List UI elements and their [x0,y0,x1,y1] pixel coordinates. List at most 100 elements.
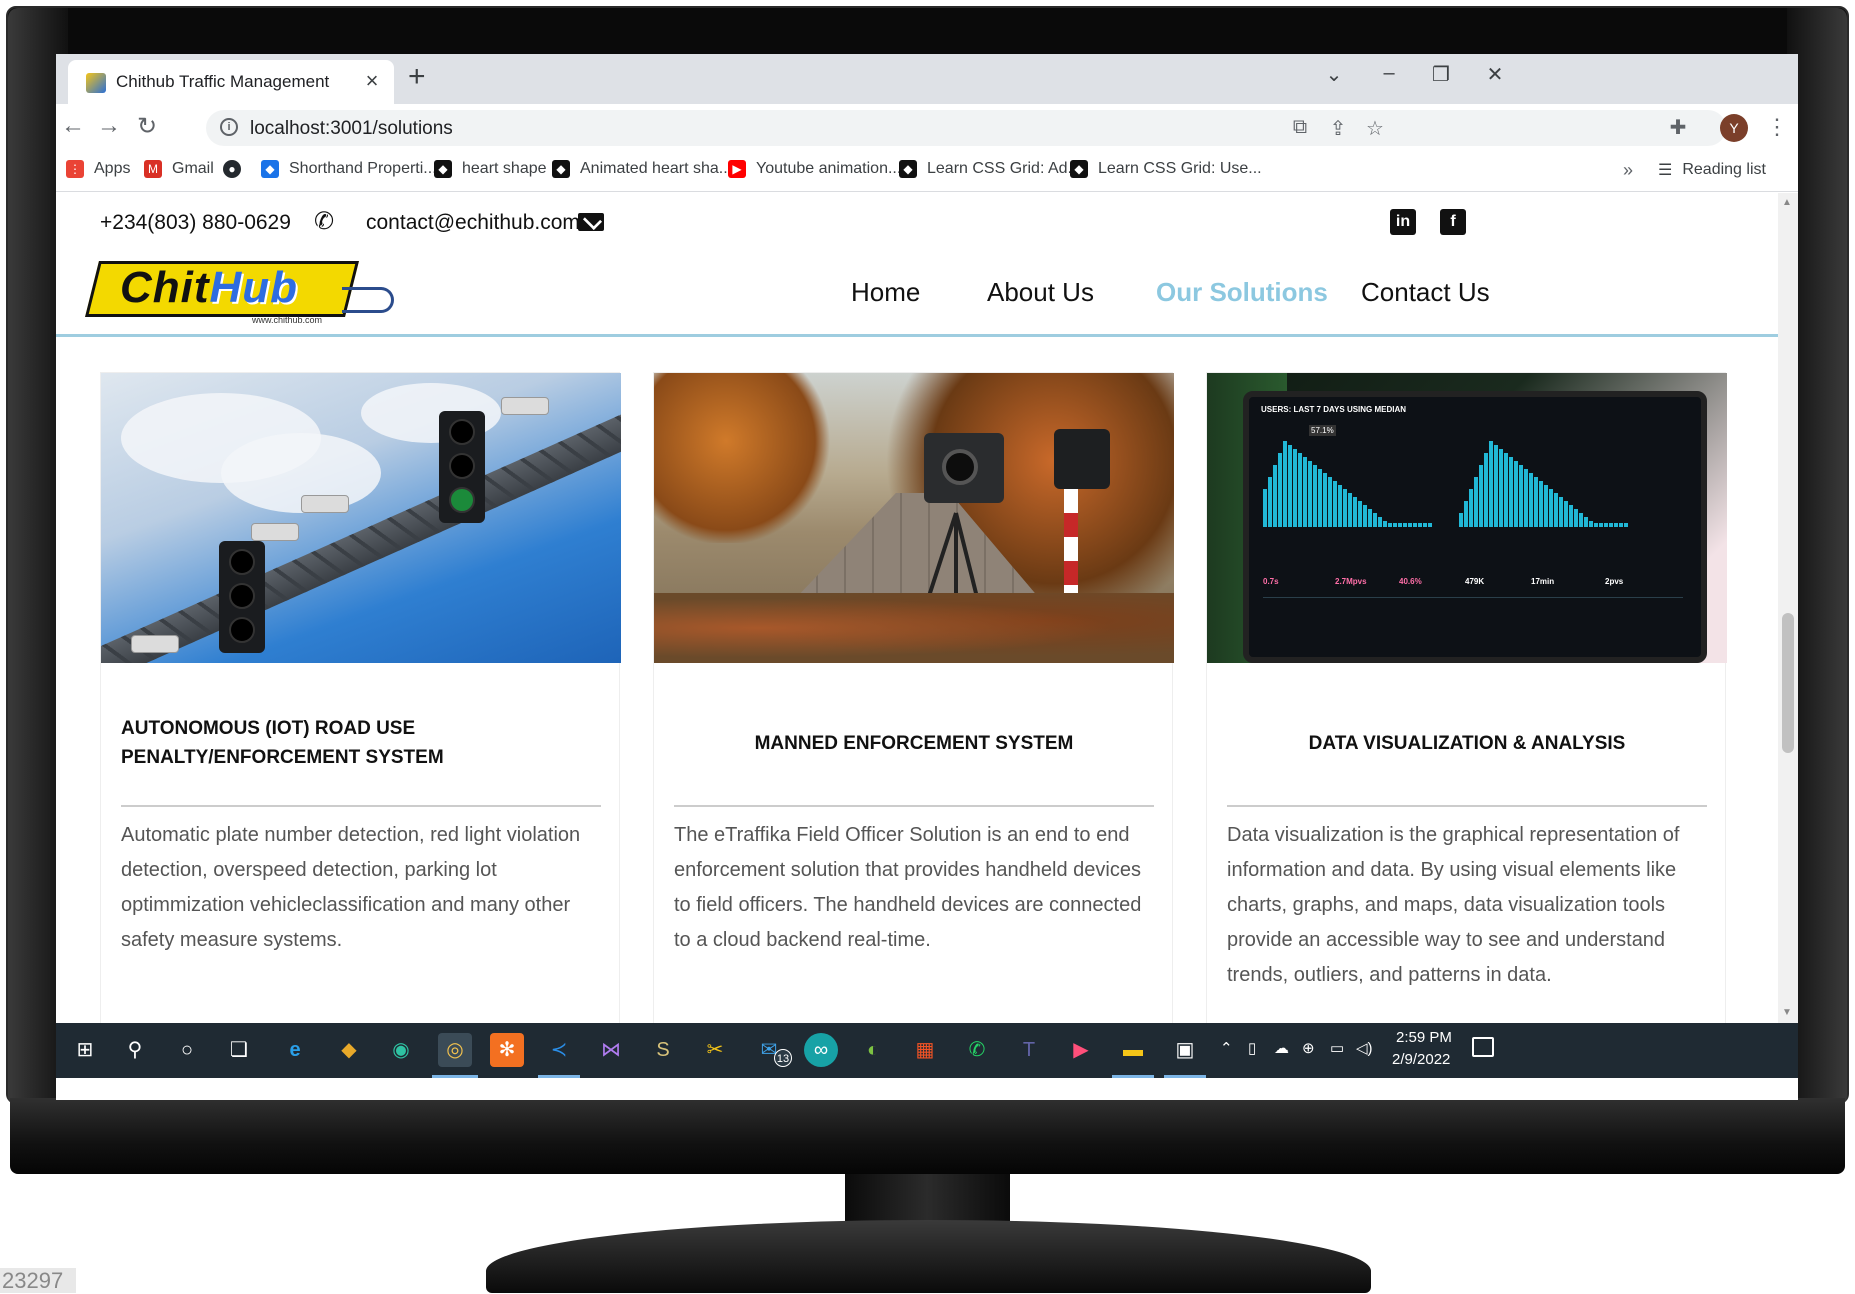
network-icon[interactable]: ⊕ [1302,1039,1315,1057]
histogram-bar [1549,489,1553,527]
minimize-icon[interactable]: – [1374,62,1404,85]
card-divider [674,805,1154,807]
vscode-icon[interactable]: ≺ [542,1033,576,1067]
close-window-icon[interactable]: ✕ [1480,62,1510,87]
tools-icon[interactable]: ✂ [698,1033,732,1067]
media-player-icon[interactable]: ▶ [1064,1033,1098,1067]
chithub-logo[interactable]: ChitHub www.chithub.com [85,247,394,329]
ms-store-icon[interactable]: ▦ [908,1033,942,1067]
url-text[interactable]: localhost:3001/solutions [250,118,453,140]
nav-our-solutions[interactable]: Our Solutions [1156,277,1328,308]
chrome-icon[interactable]: ◎ [438,1033,472,1067]
bookmark-apps[interactable]: ⋮ Apps [66,160,130,178]
volume-icon[interactable]: ◁) [1356,1039,1373,1057]
device-icon[interactable]: ▯ [1248,1039,1256,1057]
windows-start-icon[interactable]: ⊞ [68,1033,102,1067]
solution-card-data-viz[interactable]: USERS: LAST 7 DAYS USING MEDIAN 57.1% 0.… [1206,372,1727,1023]
battery-icon[interactable]: ▭ [1330,1039,1344,1057]
histogram-bar [1529,473,1533,527]
more-bookmarks-icon[interactable]: » [1623,160,1633,181]
nav-contact-us[interactable]: Contact Us [1361,277,1490,308]
arduino-icon[interactable]: ∞ [804,1033,838,1067]
scrollbar-thumb[interactable] [1782,613,1794,753]
address-bar[interactable]: i localhost:3001/solutions ⧉ ⇪ ☆ [206,110,1726,146]
histogram-bar [1263,489,1267,527]
bookmark-gmail[interactable]: M Gmail [144,160,214,178]
extensions-icon[interactable]: ✚ [1664,115,1692,140]
open-in-app-icon[interactable]: ⧉ [1286,116,1314,139]
profile-avatar[interactable]: Y [1720,114,1748,142]
page-scrollbar[interactable]: ▲ ▼ [1778,193,1798,1023]
bookmark-heart-shape[interactable]: ◆ heart shape [434,160,547,178]
browser-tab[interactable]: Chithub Traffic Management × [68,60,394,104]
histogram-bar [1574,509,1578,527]
lamp [449,487,475,513]
histogram-bar [1338,485,1342,527]
bookmark-star-icon[interactable]: ☆ [1361,116,1389,141]
task-view-icon[interactable]: ❏ [222,1033,256,1067]
forward-icon[interactable]: → [94,112,124,140]
bookmark-css-grid-use[interactable]: ◆ Learn CSS Grid: Use... [1070,160,1262,178]
phone-number[interactable]: +234(803) 880-0629 [100,211,291,235]
clock-date[interactable]: 2/9/2022 [1392,1051,1450,1068]
tray-chevron-icon[interactable]: ⌃ [1220,1039,1233,1057]
browser-menu-icon[interactable]: ⋮ [1766,114,1788,140]
histogram-bar [1278,453,1282,527]
restore-icon[interactable]: ❐ [1426,62,1456,87]
search-icon[interactable]: ⚲ [118,1033,152,1067]
traffic-light [439,411,485,523]
facebook-icon[interactable]: f [1440,209,1466,235]
solution-card-iot[interactable]: AUTONOMOUS (IOT) ROAD USE PENALTY/ENFORC… [100,372,621,1023]
bookmark-github[interactable]: ● [223,160,251,178]
scroll-down-icon[interactable]: ▼ [1782,1007,1792,1018]
scroll-up-icon[interactable]: ▲ [1782,197,1792,208]
bookmark-animated-heart[interactable]: ◆ Animated heart sha... [552,160,732,178]
teams-icon[interactable]: T [1012,1033,1046,1067]
reload-icon[interactable]: ↻ [132,112,162,141]
linkedin-icon[interactable]: in [1390,209,1416,235]
sublime-icon[interactable]: S [646,1033,680,1067]
onedrive-icon[interactable]: ☁ [1274,1039,1289,1057]
bookmark-css-grid-ad[interactable]: ◆ Learn CSS Grid: Ad... [899,160,1081,178]
bookmarks-bar: ⋮ Apps M Gmail ● ◆ Shorthand Properti... ◆ h… [56,152,1798,192]
page-viewport: +234(803) 880-0629 ✆ contact@echithub.co… [56,193,1798,1023]
histogram-bar [1403,523,1407,527]
laptop-screen: USERS: LAST 7 DAYS USING MEDIAN 57.1% 0.… [1243,391,1707,663]
card-divider [121,805,601,807]
new-tab-icon[interactable]: + [408,60,426,94]
clock-time[interactable]: 2:59 PM [1396,1029,1452,1046]
site-info-icon[interactable]: i [220,118,238,136]
histogram-bar [1539,481,1543,527]
bookmark-youtube[interactable]: ▶ Youtube animation... [728,160,901,178]
bookmark-label: Learn CSS Grid: Use... [1098,160,1262,177]
terminal-icon[interactable]: ▣ [1168,1033,1202,1067]
inkscape-icon[interactable]: ◐ [856,1033,890,1067]
trees-left [654,373,834,543]
tab-search-chevron-icon[interactable]: ⌄ [1319,62,1349,87]
email-address[interactable]: contact@echithub.com [366,211,580,235]
histogram-bar [1609,523,1613,527]
edge-icon[interactable]: ◉ [384,1033,418,1067]
tab-title: Chithub Traffic Management [116,72,330,91]
bookmark-shorthand[interactable]: ◆ Shorthand Properti... [261,160,437,178]
internet-explorer-icon[interactable]: e [278,1033,312,1067]
xampp-icon[interactable]: ✻ [490,1033,524,1067]
close-tab-icon[interactable]: × [360,68,384,94]
histogram-bar [1584,517,1588,527]
cortana-icon[interactable]: ○ [170,1033,204,1067]
solution-card-manned[interactable]: MANNED ENFORCEMENT SYSTEM The eTraffika … [653,372,1174,1023]
git-gui-icon[interactable]: ◆ [332,1033,366,1067]
histogram-bar [1484,453,1488,527]
back-icon[interactable]: ← [58,112,88,140]
nav-about-us[interactable]: About Us [987,277,1094,308]
reading-list-button[interactable]: ☰ Reading list [1658,160,1766,180]
share-icon[interactable]: ⇪ [1324,116,1352,141]
whatsapp-icon[interactable]: ✆ [960,1033,994,1067]
file-explorer-icon[interactable]: ▬ [1116,1033,1150,1067]
nav-home[interactable]: Home [851,277,920,308]
traffic-lights-image [101,373,621,663]
notifications-icon[interactable] [1472,1037,1494,1057]
visual-studio-icon[interactable]: ⋈ [594,1033,628,1067]
codepen-icon: ◆ [552,160,570,178]
histogram-bar [1499,449,1503,527]
